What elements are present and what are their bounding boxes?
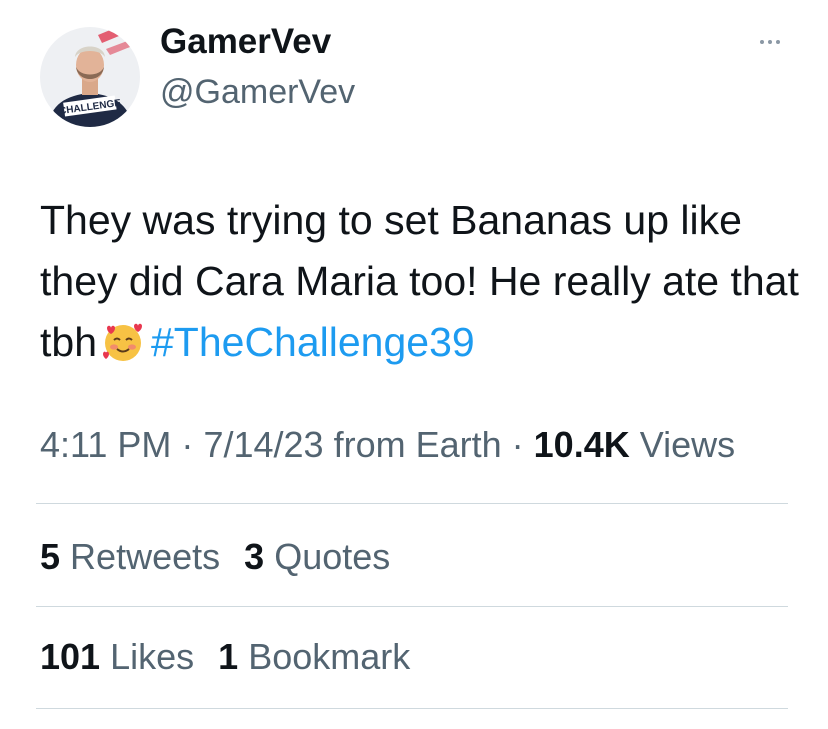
tweet-text: They was trying to set Bananas up like t… [40,190,800,373]
tweet-date[interactable]: 7/14/23 [203,424,323,465]
views-count[interactable]: 10.4K [534,424,630,465]
meta-separator: · [181,424,194,465]
quotes-stat[interactable]: 3 Quotes [244,536,390,577]
divider [36,708,788,709]
hashtag-link[interactable]: #TheChallenge39 [151,319,475,365]
quotes-count: 3 [244,536,265,577]
tweet-meta: 4:11 PM · 7/14/23 from Earth · 10.4K Vie… [40,424,735,466]
retweets-stat[interactable]: 5 Retweets [40,536,220,577]
views-label[interactable]: Views [640,424,735,465]
challenge-badge: CHALLENGE [58,95,122,117]
author-handle[interactable]: @GamerVev [160,73,355,112]
retweets-count: 5 [40,536,61,577]
tweet-time[interactable]: 4:11 PM [40,424,171,465]
smiling-face-with-hearts-icon [103,323,142,361]
quotes-label: Quotes [274,536,391,577]
author-display-name[interactable]: GamerVev [160,22,331,62]
avatar[interactable]: CHALLENGE [40,27,140,127]
likes-count: 101 [40,636,101,677]
divider [36,606,788,607]
retweets-label: Retweets [70,536,221,577]
tweet-source: from Earth [333,424,502,465]
likes-stat[interactable]: 101 Likes [40,636,194,677]
engagement-row-2: 101 Likes 1 Bookmark [40,636,424,678]
more-options-button[interactable] [750,30,790,54]
engagement-row-1: 5 Retweets 3 Quotes [40,536,404,578]
likes-label: Likes [110,636,195,677]
bookmarks-stat[interactable]: 1 Bookmark [218,636,410,677]
bookmarks-label: Bookmark [248,636,411,677]
more-dots-icon [760,40,764,44]
divider [36,503,788,504]
meta-separator: · [511,424,524,465]
bookmarks-count: 1 [218,636,239,677]
